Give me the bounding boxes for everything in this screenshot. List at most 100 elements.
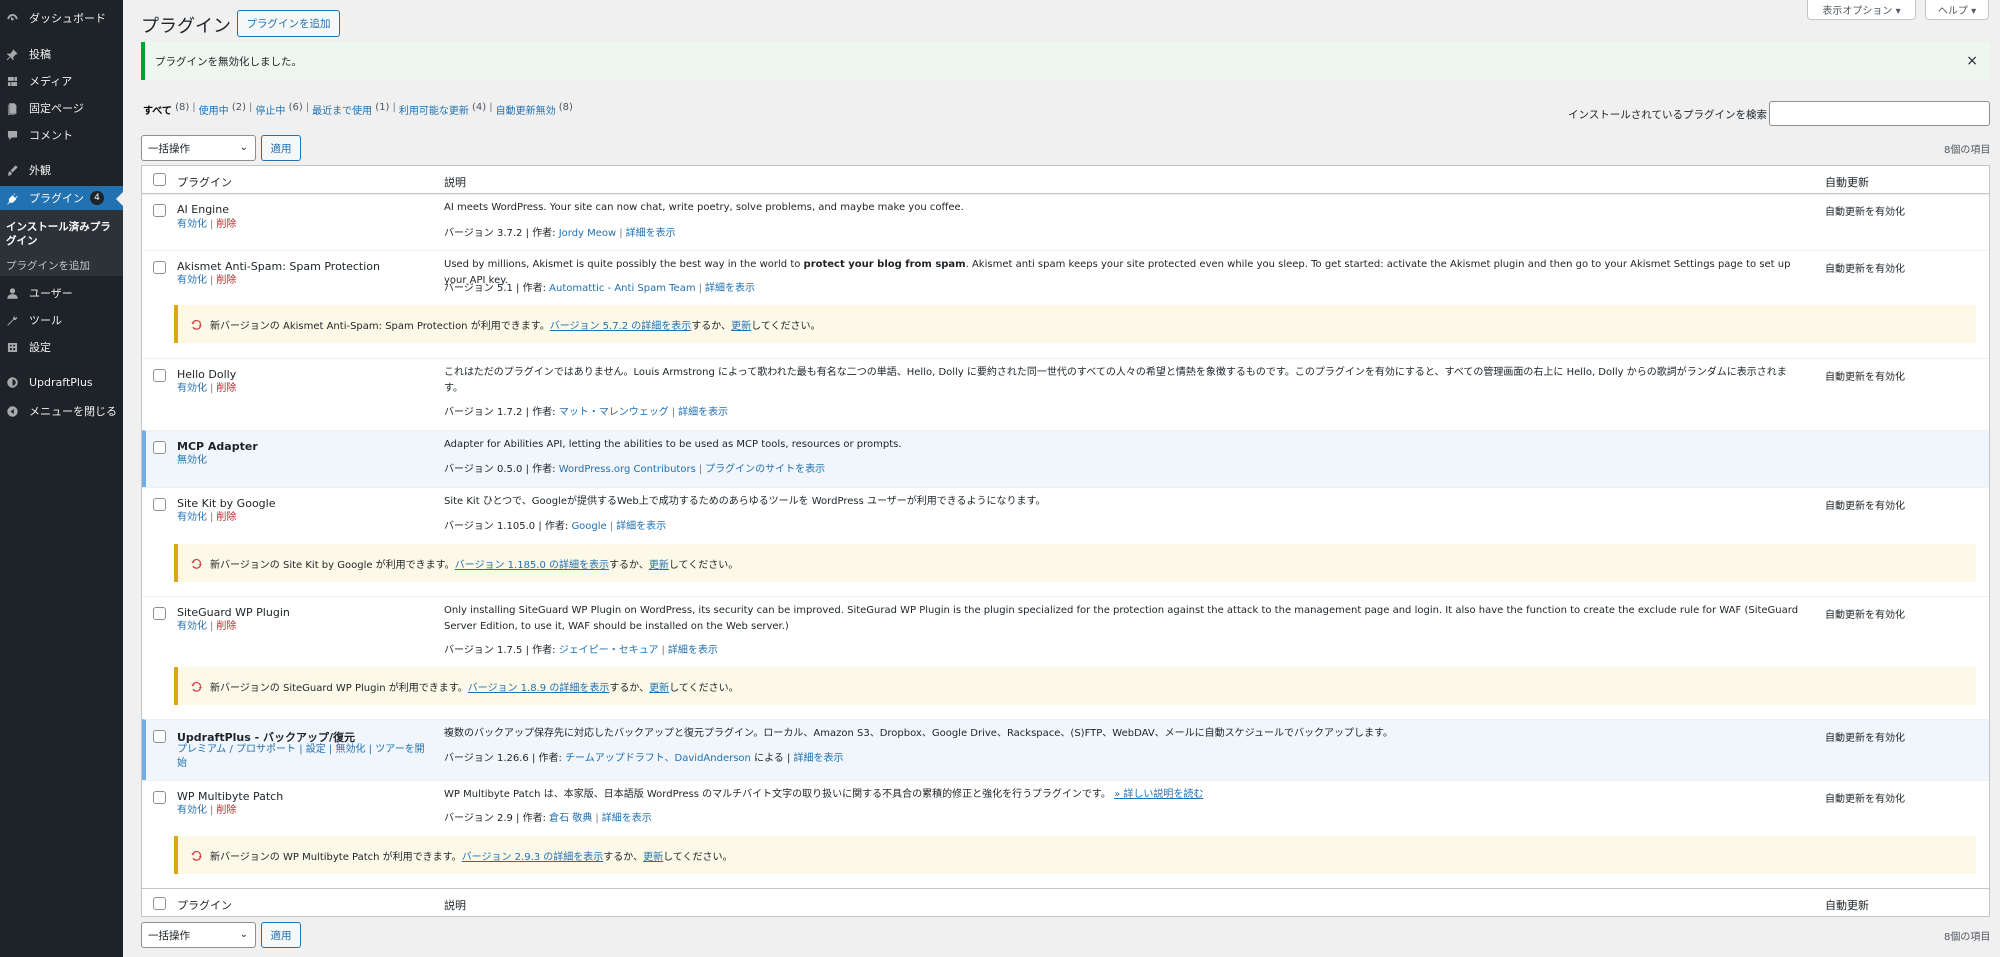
details-link[interactable]: 詳細を表示 [602,813,652,824]
bulk-action-select-bottom[interactable]: 一括操作 ⌄ [141,922,256,948]
delete-link[interactable]: 削除 [216,219,236,230]
brush-icon [6,164,19,177]
plugin-meta: バージョン 1.26.6 | 作者: チームアップドラフト、DavidAnder… [444,749,844,764]
dismiss-notice-button[interactable]: × [1966,53,1978,69]
add-plugin-button[interactable]: プラグインを追加 [237,10,340,37]
submenu-add-plugin[interactable]: プラグインを追加 [6,258,90,273]
row-checkbox[interactable] [153,261,166,274]
author-link[interactable]: マット・マレンウェッグ [559,407,669,418]
row-checkbox[interactable] [153,730,166,743]
update-icon [190,849,203,862]
sidebar-item-tools[interactable]: ツール [0,308,123,332]
deactivate-link[interactable]: 無効化 [177,455,207,466]
delete-link[interactable]: 削除 [216,512,236,523]
sidebar-item-appearance[interactable]: 外観 [0,158,123,182]
sidebar-item-pages[interactable]: 固定ページ [0,96,123,120]
sidebar-item-plugins[interactable]: プラグイン 4 [0,186,123,210]
update-count-badge: 4 [90,191,104,205]
delete-link[interactable]: 削除 [216,621,236,632]
bulk-action-value: 一括操作 [148,142,190,155]
bulk-action-select-top[interactable]: 一括操作 ⌄ [141,135,256,161]
read-more-link[interactable]: » 詳しい説明を読む [1114,789,1203,800]
row-checkbox[interactable] [153,369,166,382]
update-now-link[interactable]: 更新 [649,679,669,694]
row-actions[interactable]: プレミアム / プロサポート | 設定 | 無効化 | ツアーを開始 [177,743,427,771]
delete-link[interactable]: 削除 [216,805,236,816]
filter-all[interactable]: すべて [143,102,172,117]
row-checkbox[interactable] [153,791,166,804]
author-link[interactable]: Automattic - Anti Spam Team [549,283,695,294]
select-all-checkbox[interactable] [153,173,166,186]
enable-auto-update-link[interactable]: 自動更新を有効化 [1825,497,1905,512]
row-actions-line[interactable]: 始 [177,757,427,771]
details-link[interactable]: 詳細を表示 [616,521,666,532]
author-link[interactable]: Jordy Meow [559,228,617,239]
row-checkbox[interactable] [153,204,166,217]
view-version-details-link[interactable]: バージョン 1.8.9 の詳細を表示 [468,679,610,694]
search-input[interactable] [1769,101,1990,126]
select-all-checkbox-bottom[interactable] [153,897,166,910]
sidebar-item-updraftplus[interactable]: UpdraftPlus [0,370,123,394]
view-version-details-link[interactable]: バージョン 2.9.3 の詳細を表示 [462,848,604,863]
activate-link[interactable]: 有効化 [177,275,207,286]
details-link[interactable]: 詳細を表示 [794,753,844,764]
sidebar-item-media[interactable]: メディア [0,69,123,93]
filter-inactive[interactable]: 停止中 [255,102,285,117]
delete-link[interactable]: 削除 [216,275,236,286]
sidebar-item-comments[interactable]: コメント [0,123,123,147]
activate-link[interactable]: 有効化 [177,383,207,394]
author-link[interactable]: WordPress.org Contributors [559,464,696,475]
activate-link[interactable]: 有効化 [177,512,207,523]
submenu-installed-plugins[interactable]: インストール済みプラグイン [6,220,118,248]
row-checkbox[interactable] [153,607,166,620]
apply-button-top[interactable]: 適用 [261,135,301,161]
view-version-details-link[interactable]: バージョン 5.7.2 の詳細を表示 [550,317,692,332]
plugin-meta: バージョン 1.105.0 | 作者: Google | 詳細を表示 [444,521,667,532]
sidebar-item-posts[interactable]: 投稿 [0,42,123,66]
author-link[interactable]: チームアップドラフト、DavidAnderson [565,753,751,764]
activate-link[interactable]: 有効化 [177,621,207,632]
row-checkbox[interactable] [153,498,166,511]
update-now-link[interactable]: 更新 [731,317,751,332]
enable-auto-update-link[interactable]: 自動更新を有効化 [1825,606,1905,621]
details-link[interactable]: 詳細を表示 [678,407,728,418]
update-now-link[interactable]: 更新 [643,848,663,863]
update-now-link[interactable]: 更新 [649,556,669,571]
screen-options-button[interactable]: 表示オプション ▾ [1807,0,1916,20]
sidebar-item-settings[interactable]: 設定 [0,335,123,359]
update-text: 新バージョンの SiteGuard WP Plugin が利用できます。 [210,682,468,694]
plugin-site-link[interactable]: プラグインのサイトを表示 [705,464,825,475]
activate-link[interactable]: 有効化 [177,219,207,230]
view-version-details-link[interactable]: バージョン 1.185.0 の詳細を表示 [455,556,609,571]
sidebar-item-users[interactable]: ユーザー [0,281,123,305]
activate-link[interactable]: 有効化 [177,805,207,816]
filter-upgrade[interactable]: 利用可能な更新 [399,102,469,117]
plugin-description: Only installing SiteGuard WP Plugin on W… [444,605,1799,632]
filter-recently-active[interactable]: 最近まで使用 [312,102,372,117]
help-button[interactable]: ヘルプ ▾ [1925,0,1989,20]
author-link[interactable]: ジェイピー・セキュア [559,645,659,656]
plugin-name: Akismet Anti-Spam: Spam Protection [177,260,381,273]
sidebar-collapse-menu[interactable]: メニューを閉じる [0,399,123,423]
details-link[interactable]: 詳細を表示 [705,283,755,294]
delete-link[interactable]: 削除 [216,383,236,394]
sidebar-item-dashboard[interactable]: ダッシュボード [0,6,123,30]
author-link[interactable]: Google [571,521,606,532]
enable-auto-update-link[interactable]: 自動更新を有効化 [1825,368,1905,383]
filter-auto-update-disabled[interactable]: 自動更新無効 [496,102,556,117]
row-checkbox[interactable] [153,441,166,454]
enable-auto-update-link[interactable]: 自動更新を有効化 [1825,260,1905,275]
apply-button-bottom[interactable]: 適用 [261,922,301,948]
plugin-meta: バージョン 3.7.2 | 作者: Jordy Meow | 詳細を表示 [444,228,676,239]
details-link[interactable]: 詳細を表示 [668,645,718,656]
enable-auto-update-link[interactable]: 自動更新を有効化 [1825,729,1905,744]
author-link[interactable]: 倉石 敬典 [549,813,592,824]
enable-auto-update-link[interactable]: 自動更新を有効化 [1825,790,1905,805]
chevron-down-icon: ⌄ [239,142,248,153]
filter-active[interactable]: 使用中 [199,102,229,117]
details-link[interactable]: 詳細を表示 [626,228,676,239]
enable-auto-update-link[interactable]: 自動更新を有効化 [1825,203,1905,218]
row-actions: 有効化 | 削除 [177,219,237,230]
row-actions-line[interactable]: プレミアム / プロサポート | 設定 | 無効化 | ツアーを開 [177,743,427,757]
update-notice: 新バージョンの Akismet Anti-Spam: Spam Protecti… [174,305,1976,343]
